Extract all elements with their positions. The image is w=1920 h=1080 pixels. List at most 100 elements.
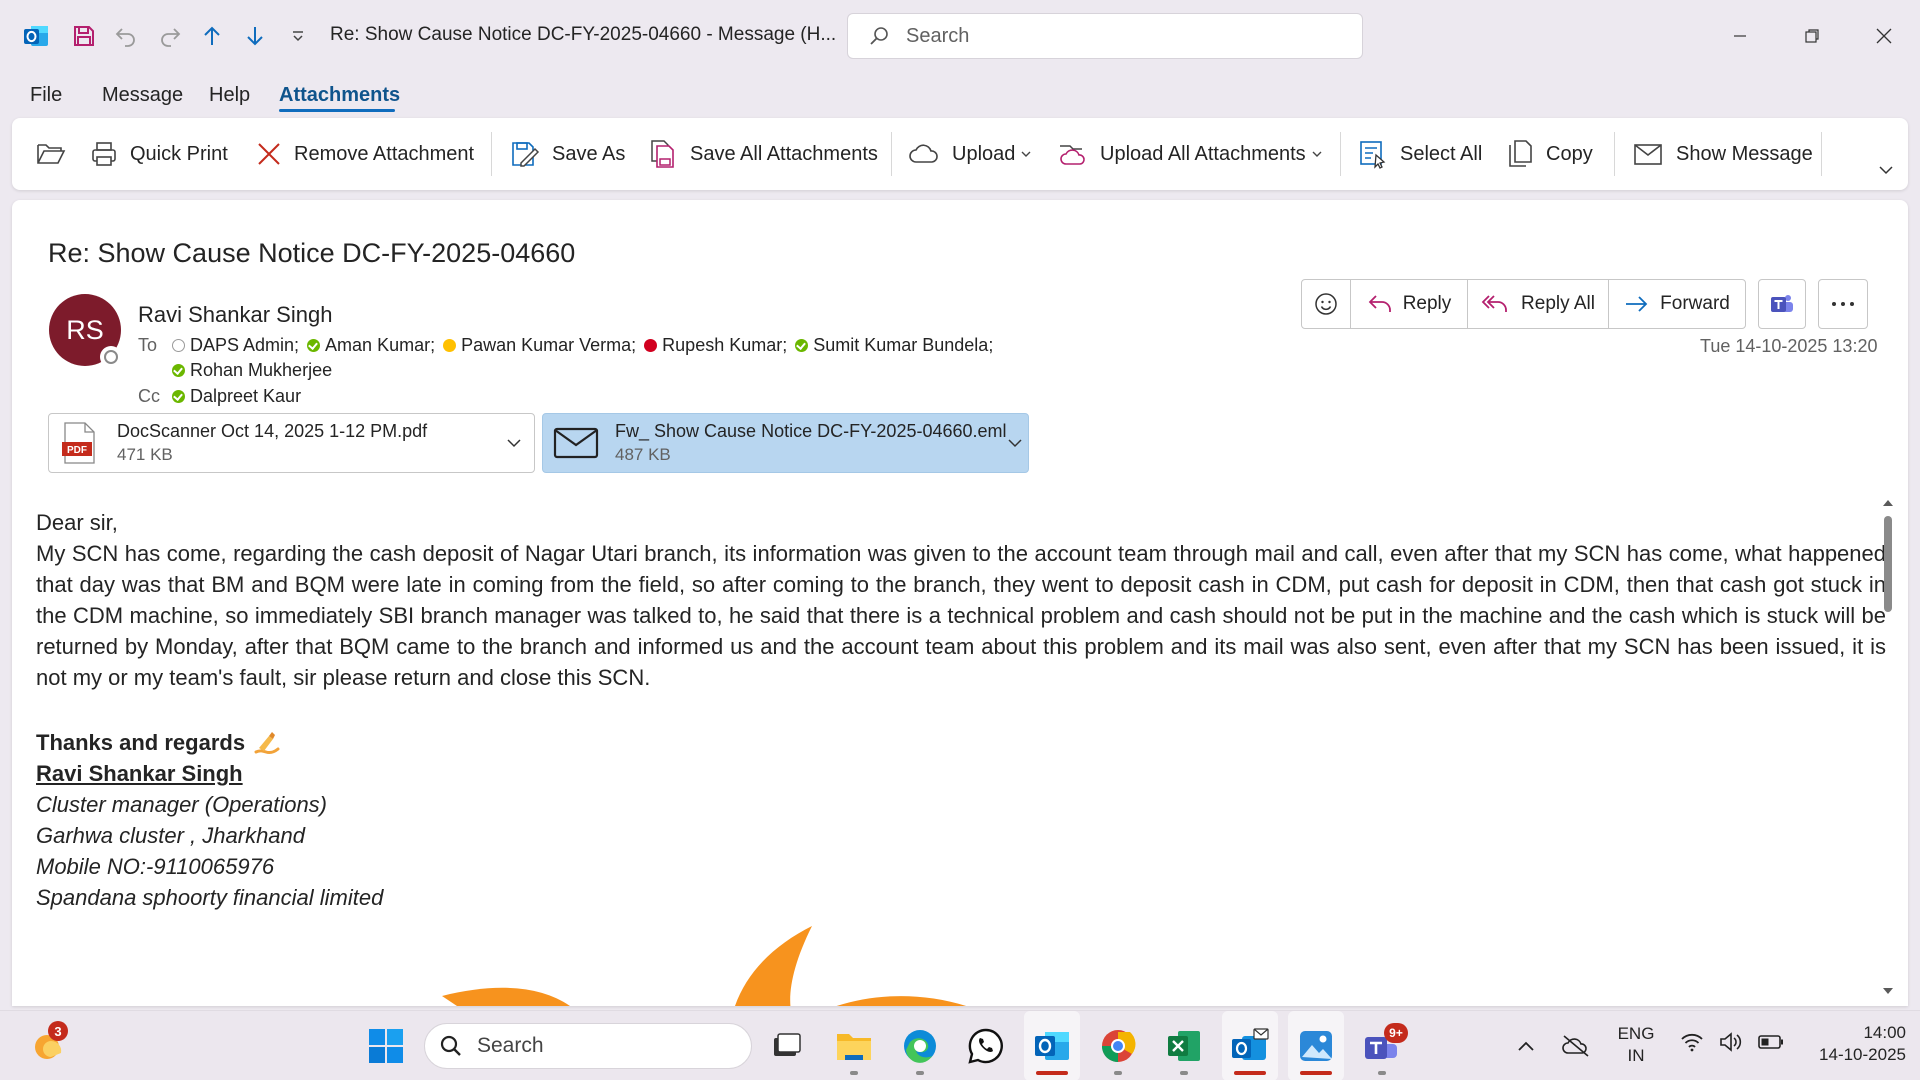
chevron-down-icon[interactable] [1007,435,1023,451]
search-placeholder: Search [906,24,970,47]
remove-attachment-button[interactable]: Remove Attachment [256,118,474,190]
recipient[interactable]: Rohan Mukherjee [172,360,332,381]
ribbon: Quick Print Remove Attachment Save As Sa… [12,118,1908,190]
greeting: Dear sir, [36,510,118,535]
recipient[interactable]: DAPS Admin; [172,335,299,356]
widgets-weather-icon[interactable]: 3 [20,1011,76,1080]
chrome-icon[interactable] [1090,1011,1146,1080]
attachment-pdf[interactable]: PDF DocScanner Oct 14, 2025 1-12 PM.pdf … [48,413,535,473]
start-windows-icon[interactable] [358,1011,414,1080]
ribbon-separator [1340,132,1341,176]
recipient[interactable]: Pawan Kumar Verma; [443,335,636,356]
save-all-attachments-button[interactable]: Save All Attachments [648,118,878,190]
recipient[interactable]: Sumit Kumar Bundela; [795,335,993,356]
menu-file[interactable]: File [30,84,62,107]
forward-button[interactable]: Forward [1608,279,1746,329]
clock[interactable]: 14:00 14-10-2025 [1786,1022,1906,1066]
search-box[interactable]: Search [847,13,1363,59]
chevron-down-icon [1021,149,1031,159]
presence-offline-icon [172,339,185,352]
running-indicator [1180,1071,1188,1075]
restore-button[interactable] [1782,16,1842,56]
chevron-down-icon [1878,162,1894,178]
recipient[interactable]: Dalpreet Kaur [172,386,301,407]
save-as-label: Save As [552,142,626,165]
upload-all-attachments-button[interactable]: Upload All Attachments [1056,118,1322,190]
cc-recipients: Dalpreet Kaur [172,386,301,407]
show-message-label: Show Message [1676,142,1813,165]
signature-name: Ravi Shankar Singh [36,761,243,786]
ribbon-separator [891,132,892,176]
open-button[interactable] [36,118,66,190]
quick-print-button[interactable]: Quick Print [90,118,228,190]
chevron-down-icon[interactable] [506,435,522,451]
menu-attachments[interactable]: Attachments [279,84,400,107]
show-message-button[interactable]: Show Message [1632,118,1813,190]
reply-all-button[interactable]: Reply All [1467,279,1609,329]
teams-share-button[interactable] [1758,279,1806,329]
svg-text:PDF: PDF [67,445,87,456]
message-subject: Re: Show Cause Notice DC-FY-2025-04660 [48,238,576,268]
taskbar-search[interactable]: Search [424,1023,752,1069]
writing-hand-emoji-icon [253,730,281,756]
whatsapp-icon[interactable] [958,1011,1014,1080]
more-ellipsis-icon [1831,301,1855,307]
upload-all-label: Upload All Attachments [1100,142,1306,165]
envelope-icon [1632,140,1664,168]
outlook-new-icon[interactable] [1222,1011,1278,1080]
expand-ribbon-button[interactable] [1878,134,1894,206]
cc-label: Cc [138,386,160,406]
recipient[interactable]: Aman Kumar; [307,335,435,356]
minimize-button[interactable] [1710,16,1770,56]
presence-available-icon [172,364,185,377]
taskbar-search-placeholder: Search [477,1034,544,1057]
file-explorer-icon[interactable] [826,1011,882,1080]
close-button[interactable] [1854,16,1914,56]
running-indicator [916,1071,924,1075]
attachment-size: 487 KB [615,445,671,464]
teams-taskbar-icon[interactable]: 9+ [1354,1011,1410,1080]
scrollbar[interactable] [1880,490,1896,1006]
edge-browser-icon[interactable] [892,1011,948,1080]
presence-away-icon [443,339,457,352]
select-all-button[interactable]: Select All [1358,118,1482,190]
save-icon[interactable] [68,20,100,52]
outlook-classic-icon[interactable] [1024,1011,1080,1080]
react-button[interactable] [1301,279,1351,329]
excel-icon[interactable] [1156,1011,1212,1080]
copy-button[interactable]: Copy [1506,118,1593,190]
save-as-button[interactable]: Save As [510,118,625,190]
pdf-file-icon: PDF [61,422,97,464]
customize-toolbar-chevron-icon[interactable] [282,20,314,52]
previous-item-arrow-up-icon[interactable] [196,20,228,52]
system-tray[interactable] [1680,1031,1784,1053]
active-indicator [1300,1071,1332,1075]
cloud-upload-icon [908,142,940,166]
outlook-app-icon[interactable] [20,20,52,52]
active-indicator [1036,1071,1068,1075]
battery-icon [1758,1034,1784,1050]
onedrive-offline-icon[interactable] [1548,1011,1604,1080]
recipient[interactable]: Rupesh Kumar; [644,335,787,356]
reply-button[interactable]: Reply [1350,279,1468,329]
attachment-eml-selected[interactable]: Fw_ Show Cause Notice DC-FY-2025-04660.e… [542,413,1029,473]
window-title: Re: Show Cause Notice DC-FY-2025-04660 -… [330,24,837,45]
task-view-icon[interactable] [758,1011,814,1080]
show-hidden-icons-chevron-up-icon[interactable] [1498,1011,1554,1080]
upload-button[interactable]: Upload [908,118,1031,190]
next-item-arrow-down-icon[interactable] [239,20,271,52]
language-indicator[interactable]: ENG IN [1606,1023,1666,1067]
select-all-icon [1358,139,1388,169]
photos-icon[interactable] [1288,1011,1344,1080]
running-indicator [850,1071,858,1075]
menu-message[interactable]: Message [102,84,183,107]
to-recipients: DAPS Admin; Aman Kumar; Pawan Kumar Verm… [172,335,993,356]
more-actions-button[interactable] [1818,279,1868,329]
signature-role: Cluster manager (Operations) [36,792,328,817]
sender-name[interactable]: Ravi Shankar Singh [138,302,332,328]
menu-help[interactable]: Help [209,84,250,107]
redo-icon[interactable] [154,20,186,52]
undo-icon[interactable] [110,20,142,52]
signature-company: Spandana sphoorty financial limited [36,885,384,910]
reading-pane: Re: Show Cause Notice DC-FY-2025-04660 R… [12,200,1908,1006]
